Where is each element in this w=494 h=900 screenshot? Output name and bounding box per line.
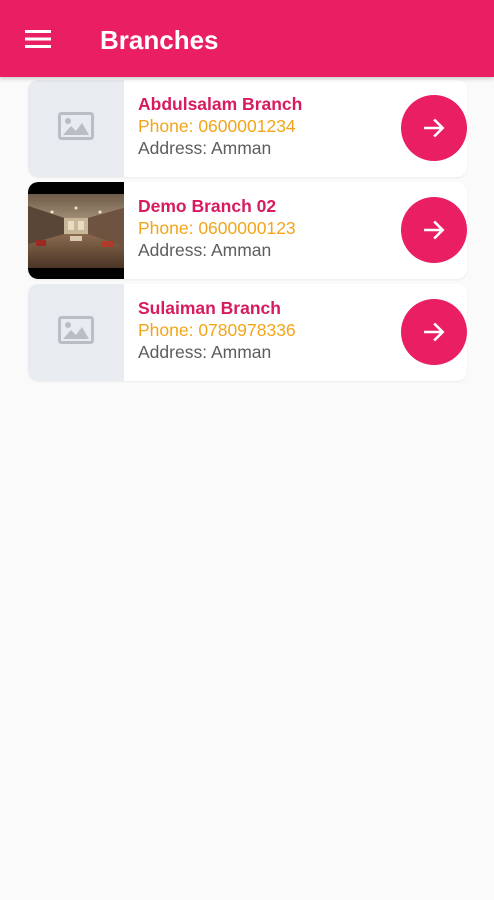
open-branch-button[interactable] — [401, 197, 467, 263]
arrow-right-icon — [421, 319, 447, 345]
menu-button[interactable] — [14, 17, 62, 61]
branch-name: Demo Branch 02 — [138, 196, 277, 216]
branch-address: Address: Amman — [138, 240, 272, 260]
branch-photo — [28, 193, 124, 268]
app-bar: Branches — [0, 0, 494, 77]
branch-info: Sulaiman Branch Phone: 0780978336 Addres… — [138, 297, 296, 363]
branch-phone: Phone: 0600001234 — [138, 116, 296, 136]
branch-thumbnail — [28, 182, 124, 279]
hamburger-menu-icon — [25, 29, 51, 49]
open-branch-button[interactable] — [401, 95, 467, 161]
branch-card[interactable]: Sulaiman Branch Phone: 0780978336 Addres… — [28, 284, 467, 381]
branch-card[interactable]: Abdulsalam Branch Phone: 0600001234 Addr… — [28, 80, 467, 177]
branch-address: Address: Amman — [138, 138, 272, 158]
branch-name: Sulaiman Branch — [138, 298, 281, 318]
arrow-right-icon — [421, 115, 447, 141]
branch-info: Demo Branch 02 Phone: 0600000123 Address… — [138, 195, 296, 261]
open-branch-button[interactable] — [401, 299, 467, 365]
page-title: Branches — [100, 25, 219, 55]
branch-card[interactable]: Demo Branch 02 Phone: 0600000123 Address… — [28, 182, 467, 279]
branch-thumbnail — [28, 284, 124, 381]
branch-info: Abdulsalam Branch Phone: 0600001234 Addr… — [138, 93, 302, 159]
branch-name: Abdulsalam Branch — [138, 94, 303, 114]
branch-address: Address: Amman — [138, 342, 272, 362]
branch-thumbnail — [28, 80, 124, 177]
branch-phone: Phone: 0600000123 — [138, 218, 296, 238]
branch-phone: Phone: 0780978336 — [138, 320, 296, 340]
arrow-right-icon — [421, 217, 447, 243]
image-placeholder-icon — [58, 112, 94, 145]
image-placeholder-icon — [58, 316, 94, 349]
branch-list: Abdulsalam Branch Phone: 0600001234 Addr… — [28, 80, 467, 386]
